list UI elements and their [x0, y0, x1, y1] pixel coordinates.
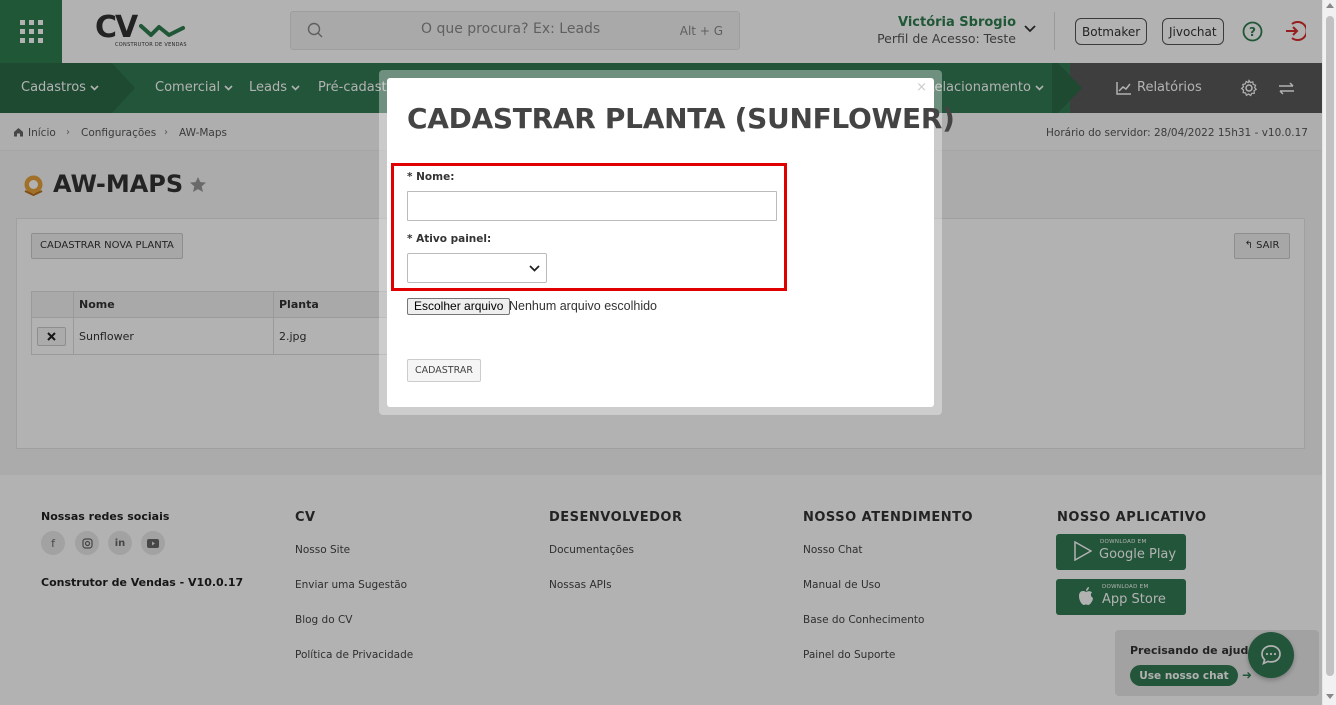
modal-close-button[interactable]: ×: [916, 80, 927, 95]
scroll-down-arrow[interactable]: [1326, 694, 1334, 699]
nome-input[interactable]: [407, 191, 777, 221]
choose-file-button[interactable]: Escolher arquivo: [407, 298, 511, 315]
scroll-thumb[interactable]: [1326, 16, 1334, 676]
register-plant-modal: × CADASTRAR PLANTA (SUNFLOWER) * Nome: *…: [387, 78, 955, 407]
submit-button[interactable]: CADASTRAR: [407, 359, 481, 382]
ativo-painel-select[interactable]: [407, 253, 547, 283]
nome-label: * Nome:: [407, 171, 455, 183]
file-status: Nenhum arquivo escolhido: [509, 299, 658, 313]
chevron-down-icon: [529, 265, 540, 272]
vertical-scrollbar[interactable]: [1322, 0, 1336, 705]
scroll-up-arrow[interactable]: [1326, 3, 1334, 8]
ativo-painel-label: * Ativo painel:: [407, 233, 492, 245]
modal-title: CADASTRAR PLANTA (SUNFLOWER): [407, 102, 955, 135]
